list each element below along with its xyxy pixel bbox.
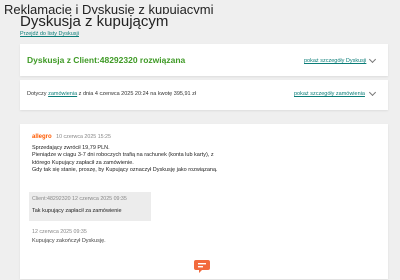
- discussion-status-title: Dyskusja z Client:48292320 rozwiązana: [27, 55, 186, 65]
- show-discussion-details-link[interactable]: pokaż szczegóły Dyskusji: [304, 58, 366, 64]
- seller-message-header: allegro 10 czerwca 2025 15:25: [32, 134, 111, 140]
- closing-message: Kupujący zakończył Dyskusję.: [32, 238, 106, 244]
- show-order-details-link[interactable]: pokaż szczegóły zamówienia: [294, 91, 365, 97]
- order-info-line: Dotyczy zamówienia z dnia 4 czerwca 2025…: [27, 91, 196, 97]
- seller-message-line: Sprzedający zwrócił 19,79 PLN.: [32, 145, 110, 151]
- client-message-meta: Client:48292320 12 czerwca 2025 09:35: [32, 196, 127, 202]
- allegro-logo: allegro: [32, 134, 52, 140]
- order-link[interactable]: zamówienia: [48, 91, 77, 97]
- order-prefix: Dotyczy: [27, 91, 47, 97]
- seller-message-line: Gdy tak się stanie, proszę, by Kupujący …: [32, 167, 218, 174]
- seller-message-line: Pieniądze w ciągu 3-7 dni roboczych traf…: [32, 152, 214, 159]
- order-amount: 395,91 zł: [173, 91, 197, 97]
- client-message-text: Tak kupujący zapłacił za zamówienie: [32, 208, 122, 214]
- back-to-discussions-link[interactable]: Przejdź do listy Dyskusji: [20, 31, 79, 37]
- chevron-down-icon[interactable]: [368, 88, 377, 97]
- seller-message-timestamp: 10 czerwca 2025 15:25: [56, 134, 111, 140]
- client-message-bubble: Client:48292320 12 czerwca 2025 09:35 Ta…: [29, 192, 151, 221]
- page-title: Dyskusja z kupującym: [20, 13, 169, 30]
- closing-timestamp: 12 czerwca 2025 09:35: [32, 229, 87, 235]
- order-date-text: z dnia 4 czerwca 2025 20:24 na kwotę: [78, 91, 173, 97]
- seller-message-line: którego Kupujący zapłacił za zamówienie.: [32, 159, 134, 166]
- chat-bubble-icon: [194, 257, 212, 275]
- discussion-status-card: Dyskusja z Client:48292320 rozwiązana po…: [20, 44, 388, 76]
- seller-message-body: Sprzedający zwrócił 19,79 PLN. Pieniądze…: [32, 145, 218, 175]
- chevron-down-icon[interactable]: [368, 55, 377, 64]
- message-thread: allegro 10 czerwca 2025 15:25 Sprzedając…: [20, 124, 388, 279]
- order-info-card: Dotyczy zamówienia z dnia 4 czerwca 2025…: [20, 80, 388, 110]
